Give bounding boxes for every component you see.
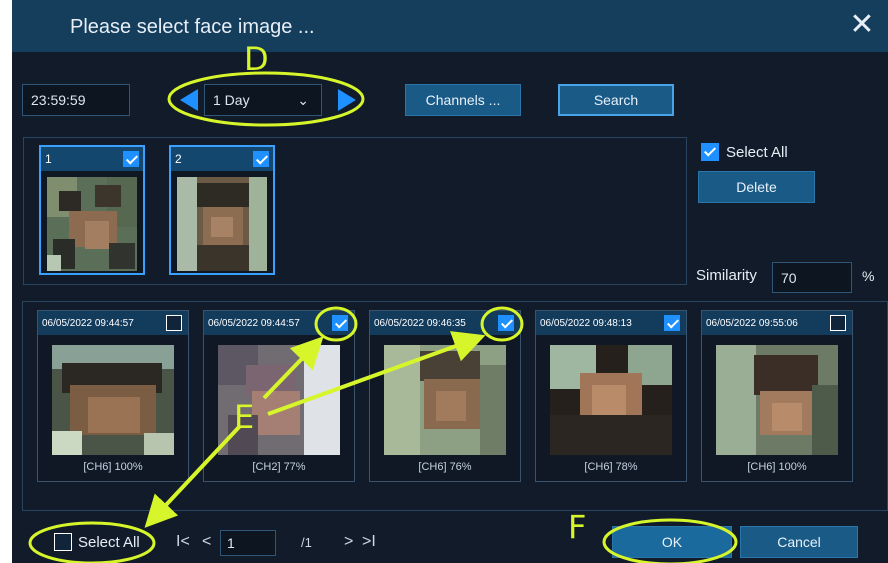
close-icon[interactable]: ✕	[848, 10, 876, 40]
thumb-checkbox[interactable]	[253, 151, 269, 167]
result-card[interactable]: 06/05/2022 09:46:35 [CH6] 76%	[369, 310, 521, 482]
chevron-down-icon: ⌄	[297, 92, 309, 108]
prev-period-icon[interactable]	[180, 89, 198, 111]
result-caption: [CH6] 76%	[418, 461, 472, 473]
dialog-title: Please select face image ...	[70, 16, 315, 38]
results-panel: 06/05/2022 09:44:57 [CH6] 100% 06/05/202…	[22, 301, 888, 511]
face-image	[716, 345, 838, 455]
prev-page-button[interactable]: <	[202, 533, 211, 551]
result-card[interactable]: 06/05/2022 09:44:57 [CH6] 100%	[37, 310, 189, 482]
next-page-button[interactable]: >	[344, 533, 353, 551]
similarity-unit: %	[862, 268, 875, 284]
result-card[interactable]: 06/05/2022 09:48:13 [CH6] 78%	[535, 310, 687, 482]
thumb-number: 2	[175, 152, 182, 166]
cancel-button[interactable]: Cancel	[740, 526, 858, 558]
annotation-label-f: F	[568, 508, 587, 546]
result-checkbox[interactable]	[166, 315, 182, 331]
result-timestamp: 06/05/2022 09:44:57	[208, 318, 300, 329]
ok-button[interactable]: OK	[612, 526, 732, 558]
channels-button[interactable]: Channels ...	[405, 84, 521, 116]
page-total: /1	[301, 535, 312, 550]
result-checkbox[interactable]	[830, 315, 846, 331]
selected-face-thumb[interactable]: 1	[39, 145, 145, 275]
face-image	[47, 177, 137, 271]
period-select-value: 1 Day	[213, 92, 250, 108]
result-card[interactable]: 06/05/2022 09:44:57 [CH2] 77%	[203, 310, 355, 482]
result-timestamp: 06/05/2022 09:46:35	[374, 318, 466, 329]
result-timestamp: 06/05/2022 09:55:06	[706, 318, 798, 329]
result-caption: [CH6] 78%	[584, 461, 638, 473]
end-time-field[interactable]: 23:59:59	[22, 84, 130, 116]
page-input[interactable]: 1	[220, 530, 276, 556]
face-image	[177, 177, 267, 271]
thumb-number: 1	[45, 152, 52, 166]
thumb-checkbox[interactable]	[123, 151, 139, 167]
select-all-results-label: Select All	[78, 534, 140, 551]
face-image	[550, 345, 672, 455]
selected-face-thumb[interactable]: 2	[169, 145, 275, 275]
result-card[interactable]: 06/05/2022 09:55:06 [CH6] 100%	[701, 310, 853, 482]
result-caption: [CH2] 77%	[252, 461, 306, 473]
title-bar: Please select face image ... ✕	[12, 0, 888, 52]
result-caption: [CH6] 100%	[83, 461, 143, 473]
face-image	[384, 345, 506, 455]
first-page-button[interactable]: I<	[176, 533, 190, 551]
result-checkbox[interactable]	[664, 315, 680, 331]
search-button[interactable]: Search	[558, 84, 674, 116]
selected-faces-panel: 1 2	[23, 137, 687, 285]
select-all-selected-checkbox[interactable]	[701, 143, 719, 161]
similarity-label: Similarity	[696, 267, 757, 284]
result-checkbox[interactable]	[332, 315, 348, 331]
results-row: 06/05/2022 09:44:57 [CH6] 100% 06/05/202…	[37, 310, 867, 482]
period-select[interactable]: 1 Day ⌄	[204, 84, 322, 116]
annotation-label-e: E	[234, 398, 255, 436]
similarity-input[interactable]: 70	[772, 262, 852, 293]
result-timestamp: 06/05/2022 09:44:57	[42, 318, 134, 329]
result-timestamp: 06/05/2022 09:48:13	[540, 318, 632, 329]
delete-button[interactable]: Delete	[698, 171, 815, 203]
select-all-results-checkbox[interactable]	[54, 533, 72, 551]
next-period-icon[interactable]	[338, 89, 356, 111]
select-all-selected-label: Select All	[726, 144, 788, 161]
face-image	[52, 345, 174, 455]
last-page-button[interactable]: >I	[362, 533, 376, 551]
result-caption: [CH6] 100%	[747, 461, 807, 473]
annotation-label-d: D	[244, 40, 269, 78]
result-checkbox[interactable]	[498, 315, 514, 331]
face-select-dialog: Please select face image ... ✕ 23:59:59 …	[12, 0, 888, 563]
